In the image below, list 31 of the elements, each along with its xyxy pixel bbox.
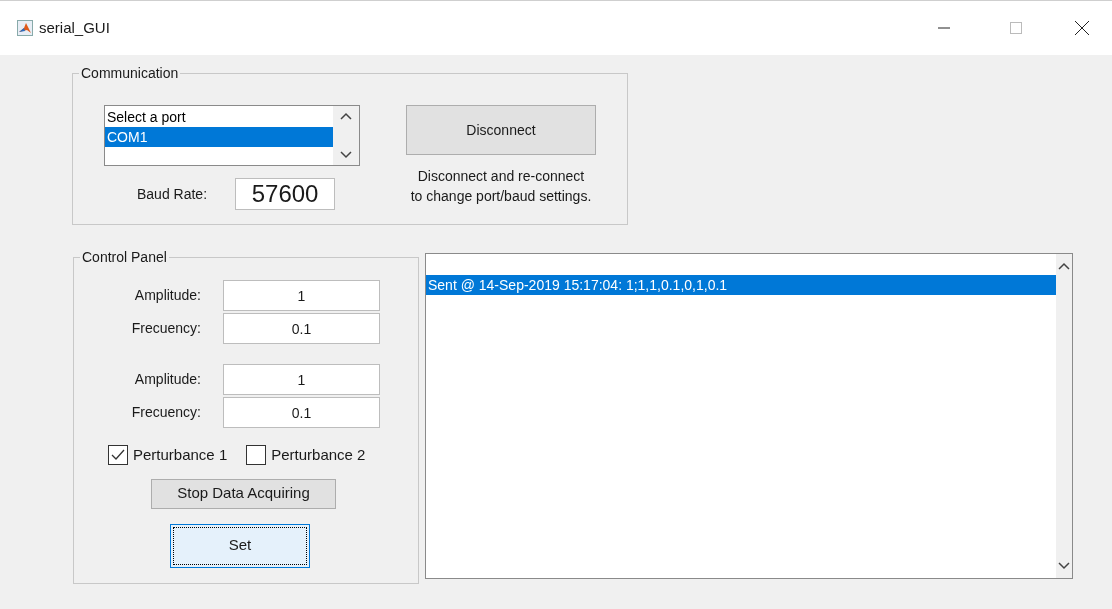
baud-rate-label: Baud Rate:	[137, 184, 208, 204]
message-log[interactable]: Sent @ 14-Sep-2019 15:17:04: 1;1,1,0.1,0,1,0.1	[425, 253, 1073, 579]
port-item[interactable]: COM1	[105, 127, 333, 147]
field-label: Amplitude:	[133, 286, 201, 305]
field-label: Amplitude:	[133, 370, 201, 389]
scroll-up-icon	[340, 112, 352, 120]
window-title: serial_GUI	[39, 17, 110, 38]
port-item[interactable]: Select a port	[105, 107, 333, 127]
checkbox[interactable]	[246, 445, 267, 466]
settings-note: Disconnect and re-connect to change port/baud settings.	[410, 167, 592, 206]
close-icon	[1075, 21, 1089, 35]
maximize-icon	[1010, 22, 1022, 34]
input-field[interactable]: 0.1	[223, 313, 380, 344]
input-field[interactable]: 1	[223, 280, 380, 311]
disconnect-button[interactable]: Disconnect	[406, 105, 596, 155]
checkbox-label: Perturbance 2	[271, 445, 366, 465]
log-entry[interactable]: Sent @ 14-Sep-2019 15:17:04: 1;1,1,0.1,0,1,0.1	[426, 275, 1056, 295]
scroll-up-icon	[1058, 262, 1070, 270]
scroll-down-icon	[1058, 562, 1070, 570]
scroll-down-icon	[340, 151, 352, 159]
app-icon	[17, 20, 33, 36]
checkbox[interactable]	[108, 445, 128, 466]
port-list[interactable]: Select a port COM1	[104, 105, 360, 166]
stop-button[interactable]: Stop Data Acquiring	[151, 478, 336, 509]
set-button[interactable]: Set	[170, 523, 310, 568]
baud-rate-field[interactable]: 57600	[235, 178, 336, 210]
input-field[interactable]: 0.1	[223, 397, 380, 428]
field-label: Frecuency:	[130, 319, 201, 338]
checkbox-label: Perturbance 1	[133, 445, 228, 465]
input-field[interactable]: 1	[223, 364, 380, 395]
field-label: Frecuency:	[130, 403, 201, 422]
